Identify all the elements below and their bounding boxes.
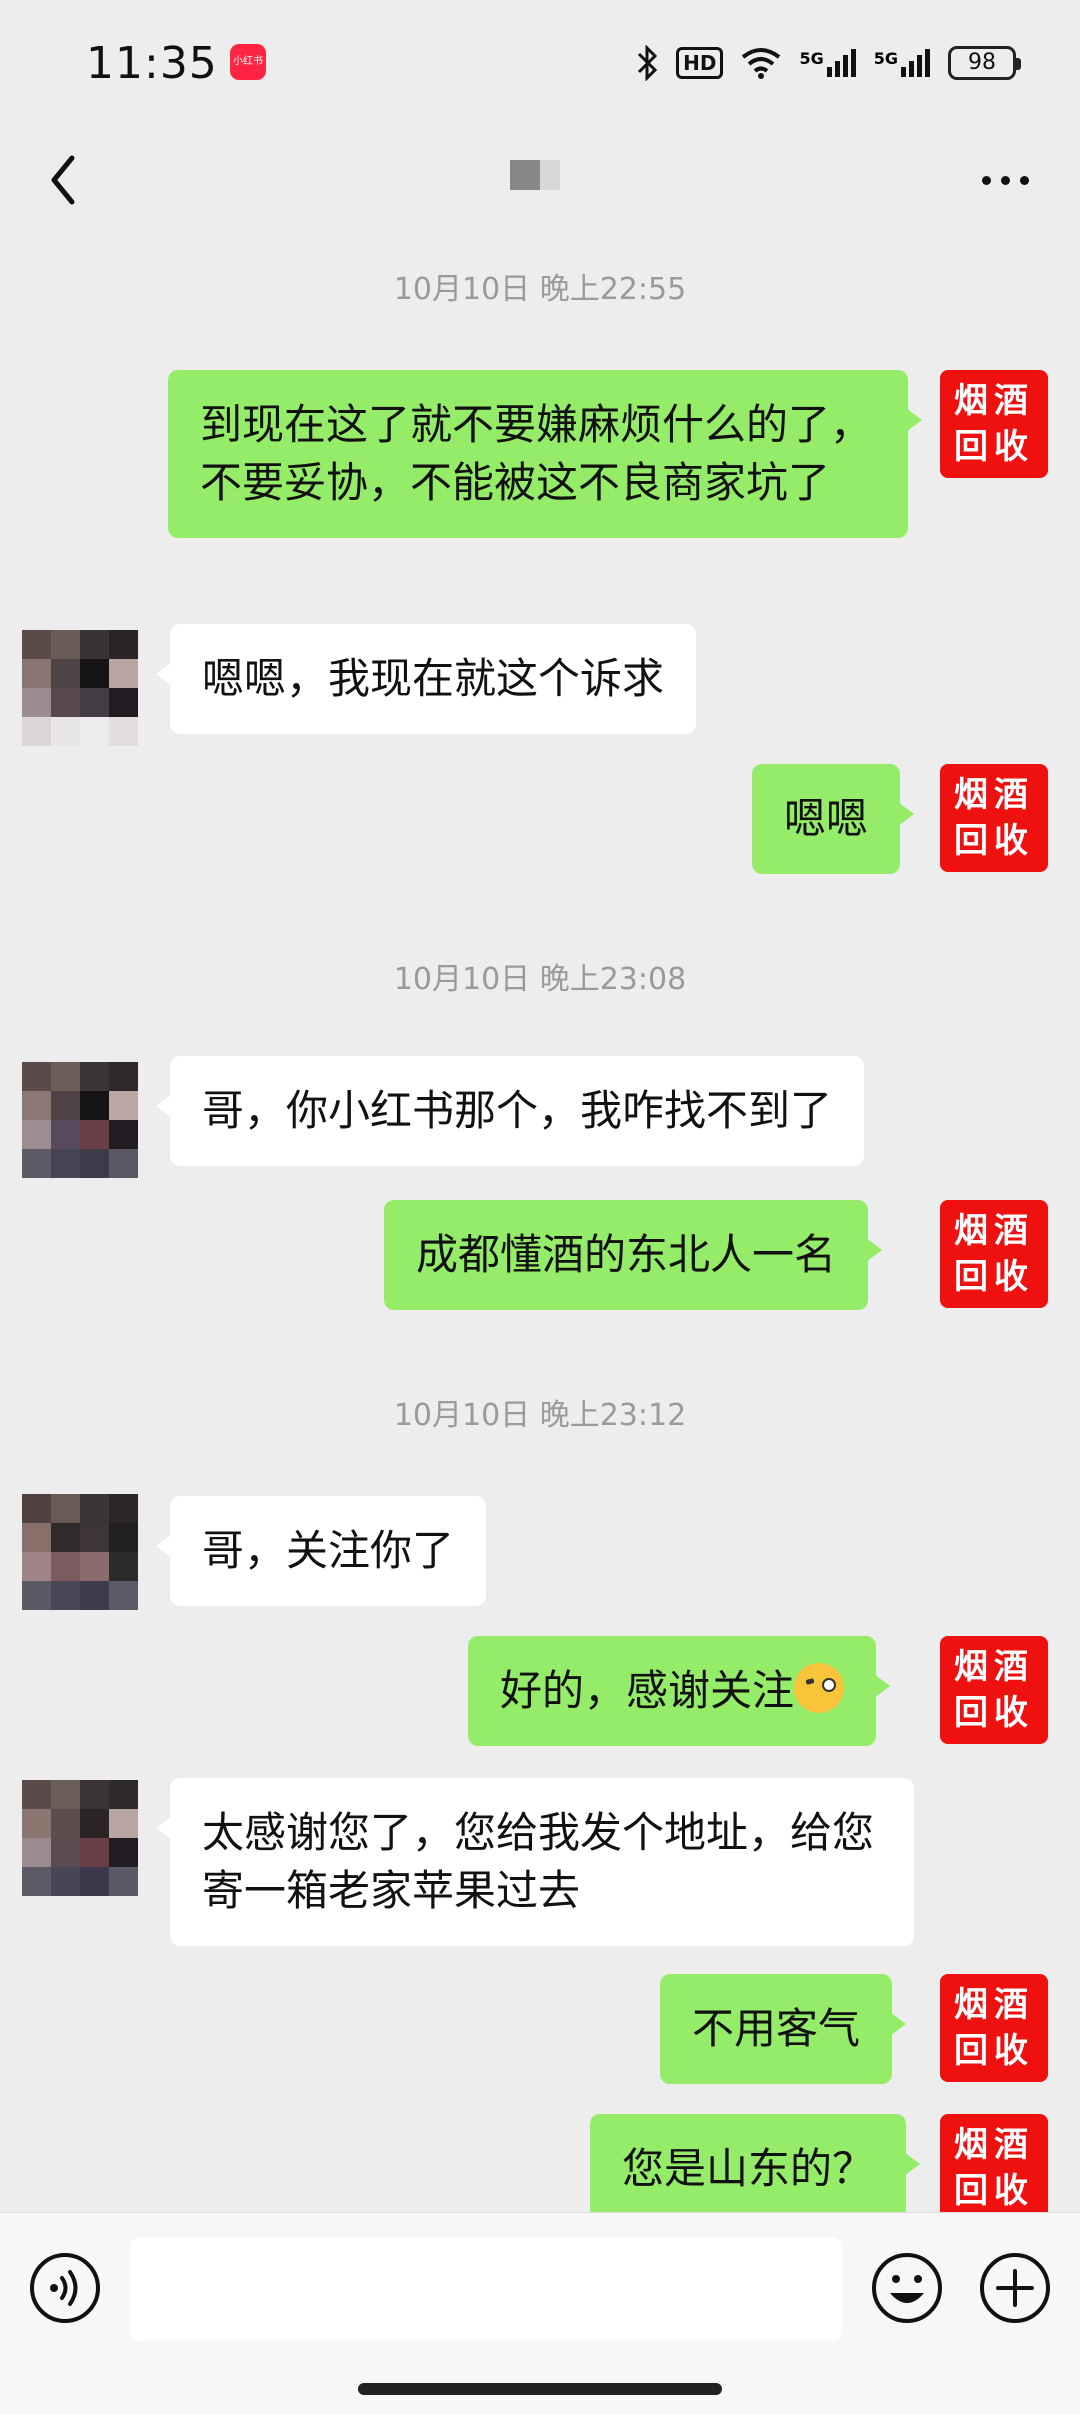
signal-5g-icon-2: 5G [874, 49, 930, 77]
network-type-label: 5G [799, 49, 824, 68]
contact-name-redacted [510, 150, 570, 210]
avatar-text: 烟酒 [954, 2125, 1034, 2165]
avatar-text: 烟酒 [954, 1211, 1034, 1251]
more-button[interactable] [960, 140, 1050, 220]
message-input[interactable] [130, 2237, 842, 2341]
thinking-face-emoji-icon [794, 1663, 845, 1713]
my-avatar[interactable]: 烟酒 回收 [940, 2114, 1048, 2212]
avatar-text: 回收 [954, 1257, 1034, 1297]
signal-5g-icon-1: 5G [799, 49, 856, 77]
message-bubble-sent[interactable]: 好的，感谢关注 [468, 1636, 891, 1746]
message-bubble-sent[interactable]: 不用客气 [660, 1974, 907, 2084]
timestamp: 10月10日 晚上23:12 [393, 1398, 687, 1433]
avatar-text: 烟酒 [954, 775, 1034, 815]
hd-icon: HD [676, 47, 724, 79]
message-list[interactable]: 10月10日 晚上22:55 到现在这了就不要嫌麻烦什么的了，不要妥协，不能被这… [0, 230, 1080, 2212]
avatar-text: 烟酒 [954, 1985, 1034, 2025]
my-avatar[interactable]: 烟酒 回收 [940, 1974, 1048, 2082]
message-bubble-received[interactable]: 哥，关注你了 [155, 1496, 487, 1606]
plus-icon [980, 2253, 1050, 2323]
voice-button[interactable] [28, 2251, 102, 2325]
status-time: 11:35 [86, 38, 218, 89]
chat-header [0, 130, 1080, 230]
more-horizontal-icon [981, 175, 991, 185]
avatar-text: 回收 [954, 2171, 1034, 2211]
status-icons: HD 5G 5G 98 [636, 40, 1021, 86]
emoji-icon [872, 2253, 942, 2323]
avatar-text: 回收 [954, 1693, 1034, 1733]
contact-avatar[interactable] [22, 630, 138, 746]
my-avatar[interactable]: 烟酒 回收 [940, 764, 1048, 872]
my-avatar[interactable]: 烟酒 回收 [940, 370, 1048, 478]
chat-input-bar [0, 2212, 1080, 2414]
wifi-icon [742, 48, 781, 79]
message-text: 好的，感谢关注 [500, 1666, 795, 1715]
message-bubble-sent[interactable]: 成都懂酒的东北人一名 [384, 1200, 883, 1310]
more-functions-button[interactable] [978, 2251, 1052, 2325]
message-bubble-received[interactable]: 哥，你小红书那个，我咋找不到了 [155, 1056, 865, 1166]
avatar-text: 回收 [954, 2031, 1034, 2071]
avatar-text: 烟酒 [954, 381, 1034, 421]
contact-avatar[interactable] [22, 1494, 138, 1610]
my-avatar[interactable]: 烟酒 回收 [940, 1200, 1048, 1308]
network-type-label: 5G [873, 49, 898, 68]
timestamp: 10月10日 晚上23:08 [393, 962, 687, 997]
message-bubble-received[interactable]: 太感谢您了，您给我发个地址，给您寄一箱老家苹果过去 [156, 1778, 914, 1946]
message-bubble-sent[interactable]: 到现在这了就不要嫌麻烦什么的了，不要妥协，不能被这不良商家坑了 [168, 370, 922, 538]
battery-icon: 98 [948, 46, 1021, 80]
timestamp: 10月10日 晚上22:55 [393, 272, 687, 307]
chat-screen: 11:35 小红书 HD 5G 5G 98 10月10日 晚上22:55 到现在… [0, 0, 1080, 2414]
avatar-text: 烟酒 [954, 1647, 1034, 1687]
message-bubble-sent[interactable]: 您是山东的？ [590, 2114, 921, 2212]
voice-icon [30, 2253, 100, 2323]
home-indicator[interactable] [358, 2383, 722, 2395]
contact-avatar[interactable] [22, 1780, 138, 1896]
bluetooth-icon [638, 45, 658, 81]
avatar-text: 回收 [954, 821, 1034, 861]
chevron-left-icon [51, 155, 75, 205]
back-button[interactable] [36, 140, 116, 220]
xiaohongshu-notification-icon: 小红书 [230, 44, 266, 80]
avatar-text: 回收 [954, 427, 1034, 467]
status-bar: 11:35 小红书 HD 5G 5G 98 [0, 0, 1080, 130]
message-bubble-received[interactable]: 嗯嗯，我现在就这个诉求 [155, 624, 697, 734]
my-avatar[interactable]: 烟酒 回收 [940, 1636, 1048, 1744]
message-bubble-sent[interactable]: 嗯嗯 [752, 764, 915, 874]
contact-avatar[interactable] [22, 1062, 138, 1178]
emoji-button[interactable] [870, 2251, 944, 2325]
